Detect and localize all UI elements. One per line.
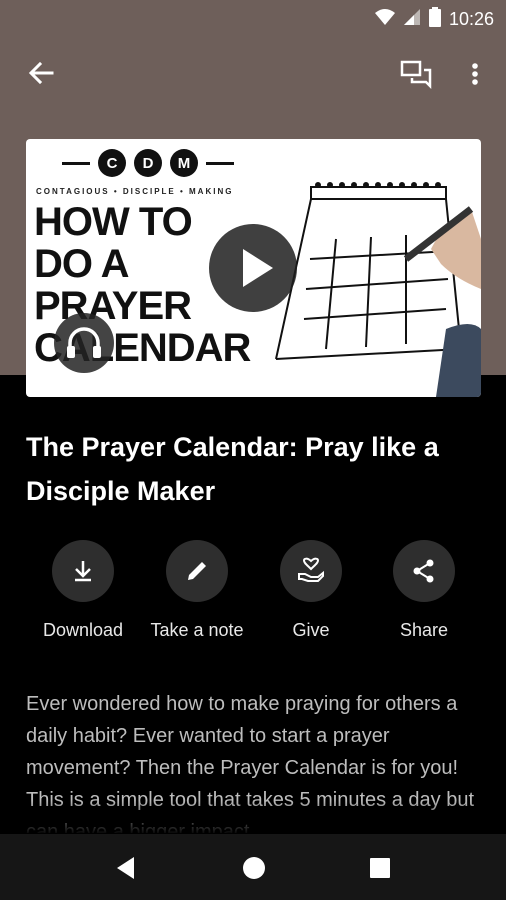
take-note-button[interactable]: Take a note: [137, 540, 257, 641]
signal-icon: [403, 8, 421, 31]
status-bar: 10:26: [0, 0, 506, 36]
media-title: The Prayer Calendar: Pray like a Discipl…: [26, 432, 439, 506]
back-arrow-icon[interactable]: [22, 56, 58, 92]
system-nav-bar: [0, 834, 506, 900]
chat-icon[interactable]: [398, 56, 434, 92]
share-label: Share: [399, 620, 449, 640]
cdm-logo: C D M: [62, 149, 234, 177]
download-button[interactable]: Download: [23, 540, 143, 641]
app-bar: [0, 40, 506, 106]
download-icon: [52, 540, 114, 602]
status-time: 10:26: [448, 9, 494, 29]
recents-square-icon[interactable]: [366, 854, 394, 882]
share-button[interactable]: Share: [364, 540, 484, 641]
home-circle-icon[interactable]: [240, 854, 268, 882]
download-label: Download: [42, 620, 124, 640]
give-label: Give: [292, 620, 330, 640]
back-triangle-icon[interactable]: [112, 854, 140, 882]
give-heart-hand-icon: [280, 540, 342, 602]
take-note-label: Take a note: [150, 620, 244, 640]
give-button[interactable]: Give: [251, 540, 371, 641]
thumbnail-tagline: CONTAGIOUS • DISCIPLE • MAKING: [36, 187, 234, 196]
action-row: Download Take a note Give Share: [0, 540, 506, 650]
video-thumbnail[interactable]: C D M CONTAGIOUS • DISCIPLE • MAKING HOW…: [26, 139, 481, 397]
more-vert-icon[interactable]: [460, 56, 490, 92]
headphones-icon[interactable]: [54, 313, 114, 373]
play-icon[interactable]: [209, 224, 297, 312]
share-icon: [393, 540, 455, 602]
description-fade: [0, 800, 506, 835]
pencil-icon: [166, 540, 228, 602]
battery-icon: [428, 7, 441, 32]
wifi-icon: [374, 8, 395, 31]
